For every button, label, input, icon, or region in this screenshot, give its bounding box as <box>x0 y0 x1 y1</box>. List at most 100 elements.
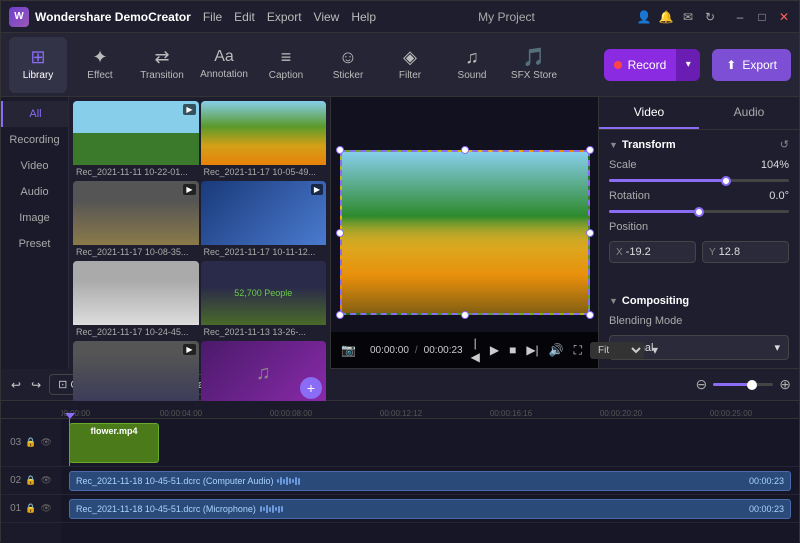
list-item[interactable]: ▶ Rec_2021-11-17 10-11-12... <box>201 181 327 259</box>
sticker-icon: ☺ <box>339 48 357 66</box>
step-fwd-btn[interactable]: ▶| <box>524 341 540 359</box>
media-thumb <box>201 101 327 165</box>
close-btn[interactable]: ✕ <box>777 10 791 24</box>
menu-export[interactable]: Export <box>267 10 302 24</box>
export-button[interactable]: ⬆ Export <box>712 49 791 81</box>
pos-y-input[interactable]: Y 12.8 <box>702 241 789 263</box>
sidebar-item-recording[interactable]: Recording <box>1 127 68 153</box>
list-item[interactable]: ▶ Rec_2021-11-17 10-08-35... <box>73 181 199 259</box>
zoom-out-btn[interactable]: ⊖ <box>696 376 708 393</box>
handle-top-right[interactable] <box>586 146 594 154</box>
sidebar-item-video[interactable]: Video <box>1 153 68 179</box>
menu-help[interactable]: Help <box>351 10 376 24</box>
sticker-tool[interactable]: ☺ Sticker <box>319 37 377 93</box>
zoom-in-btn[interactable]: ⊕ <box>779 376 791 393</box>
eye-icon-02[interactable]: 👁 <box>40 475 51 486</box>
video-clip[interactable]: flower.mp4 <box>69 423 159 463</box>
fullscreen-btn[interactable]: ⛶ <box>572 341 584 360</box>
sfx-tool[interactable]: 🎵 SFX Store <box>505 37 563 93</box>
media-thumb: ▶ <box>73 181 199 245</box>
rewind-btn[interactable]: |◀ <box>469 334 482 366</box>
record-control: Record ▾ <box>604 49 701 81</box>
pos-x-input[interactable]: X -19.2 <box>609 241 696 263</box>
scale-thumb[interactable] <box>721 176 731 186</box>
preview-area: 📷 00:00:00 / 00:00:23 |◀ ▶ ■ ▶| 🔊 ⛶ Fit … <box>331 97 599 368</box>
settings-btn[interactable]: ▾ <box>650 341 660 359</box>
eye-icon-01[interactable]: 👁 <box>40 503 51 514</box>
undo-btn[interactable]: ↩ <box>9 376 23 394</box>
zoom-slider[interactable] <box>713 383 773 386</box>
stop-btn[interactable]: ■ <box>507 341 518 359</box>
sidebar-item-audio[interactable]: Audio <box>1 179 68 205</box>
redo-btn[interactable]: ↪ <box>29 376 43 394</box>
handle-mid-left[interactable] <box>336 229 344 237</box>
playhead[interactable] <box>69 419 70 466</box>
handle-top-mid[interactable] <box>461 146 469 154</box>
window-controls[interactable]: 👤 🔔 ✉ ↻ – □ ✕ <box>637 10 791 24</box>
rotation-slider[interactable] <box>609 210 789 213</box>
add-media-button[interactable]: + <box>300 377 322 399</box>
list-item[interactable]: Rec_2021-11-17 10-05-49... <box>201 101 327 179</box>
menu-edit[interactable]: Edit <box>234 10 255 24</box>
transition-tool[interactable]: ⇄ Transition <box>133 37 191 93</box>
scale-slider[interactable] <box>609 179 789 182</box>
sound-icon: ♫ <box>465 48 479 66</box>
filter-tool[interactable]: ◈ Filter <box>381 37 439 93</box>
minimize-btn[interactable]: – <box>733 10 747 24</box>
ruler-strip: 00:00:00:00 00:00:04:00 00:00:08:00 00:0… <box>61 401 799 419</box>
menu-file[interactable]: File <box>203 10 222 24</box>
lock-icon-01[interactable]: 🔒 <box>25 503 36 514</box>
maximize-btn[interactable]: □ <box>755 10 769 24</box>
handle-bot-mid[interactable] <box>461 311 469 319</box>
annotation-icon: Aa <box>214 49 234 65</box>
screenshot-btn[interactable]: 📷 <box>339 341 358 359</box>
caption-tool[interactable]: ≡ Caption <box>257 37 315 93</box>
app-logo: W Wondershare DemoCreator <box>9 7 191 27</box>
account-icon[interactable]: 👤 <box>637 10 651 24</box>
mail-icon[interactable]: ✉ <box>681 10 695 24</box>
list-item[interactable]: 52,700 People Rec_2021-11-13 13-26-... <box>201 261 327 339</box>
lock-icon[interactable]: 🔒 <box>25 437 36 448</box>
volume-btn[interactable]: 🔊 <box>547 341 566 359</box>
effect-tool[interactable]: ✦ Effect <box>71 37 129 93</box>
transform-arrow: ▼ <box>609 140 618 150</box>
pos-y-label: Y <box>709 247 716 258</box>
sound-tool[interactable]: ♫ Sound <box>443 37 501 93</box>
list-item[interactable]: ▶ Rec_2021-11-11 10-22-01... <box>73 101 199 179</box>
record-dropdown-btn[interactable]: ▾ <box>676 49 700 81</box>
lock-icon-02[interactable]: 🔒 <box>25 475 36 486</box>
media-label: Rec_2021-11-13 13-26-... <box>201 325 327 339</box>
handle-bot-right[interactable] <box>586 311 594 319</box>
sidebar-item-image[interactable]: Image <box>1 205 68 231</box>
audio-clip-01[interactable]: Rec_2021-11-18 10-45-51.dcrc (Microphone… <box>69 499 791 519</box>
tab-video[interactable]: Video <box>599 97 699 129</box>
scale-fill <box>609 179 726 182</box>
scale-label: Scale <box>609 159 637 171</box>
handle-bot-left[interactable] <box>336 311 344 319</box>
blending-chevron-icon: ▾ <box>774 341 780 354</box>
sidebar-item-preset[interactable]: Preset <box>1 231 68 257</box>
compositing-label: Compositing <box>622 295 689 307</box>
notification-icon[interactable]: 🔔 <box>659 10 673 24</box>
scale-row: Scale 104% <box>609 159 789 171</box>
eye-icon[interactable]: 👁 <box>40 437 51 448</box>
handle-top-left[interactable] <box>336 146 344 154</box>
rotation-thumb[interactable] <box>694 207 704 217</box>
record-button[interactable]: Record <box>604 49 677 81</box>
transform-reset-btn[interactable]: ↺ <box>780 138 789 151</box>
right-panel: Video Audio ▼ Transform ↺ Scale 104% Rot… <box>599 97 799 368</box>
sidebar-item-all[interactable]: All <box>1 101 68 127</box>
handle-mid-right[interactable] <box>586 229 594 237</box>
zoom-thumb[interactable] <box>747 380 757 390</box>
menu-bar[interactable]: File Edit Export View Help <box>203 10 376 24</box>
list-item[interactable]: Rec_2021-11-17 10-24-45... <box>73 261 199 339</box>
library-tool[interactable]: ⊞ Library <box>9 37 67 93</box>
tab-audio[interactable]: Audio <box>699 97 799 129</box>
annotation-label: Annotation <box>200 69 248 80</box>
audio-clip-02[interactable]: Rec_2021-11-18 10-45-51.dcrc (Computer A… <box>69 471 791 491</box>
annotation-tool[interactable]: Aa Annotation <box>195 37 253 93</box>
refresh-icon[interactable]: ↻ <box>703 10 717 24</box>
play-btn[interactable]: ▶ <box>488 341 501 359</box>
menu-view[interactable]: View <box>314 10 340 24</box>
fit-select[interactable]: Fit 100% 50% <box>590 342 644 359</box>
